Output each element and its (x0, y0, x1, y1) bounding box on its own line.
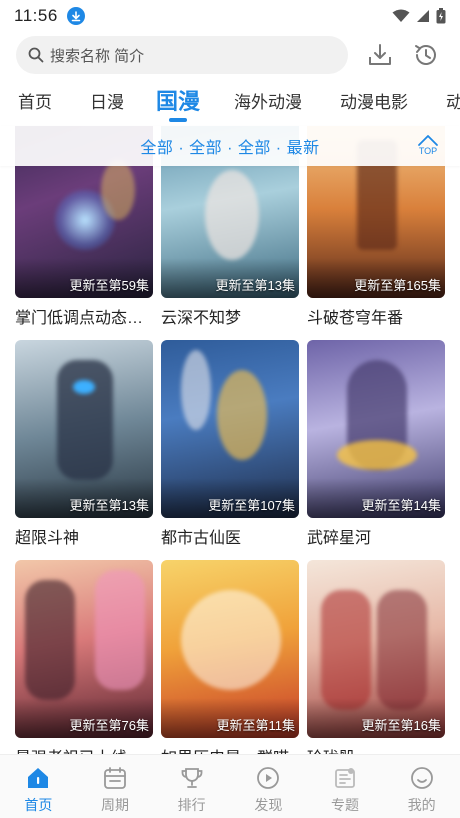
back-to-top-button[interactable]: TOP (416, 133, 440, 161)
search-input[interactable]: 搜索名称 简介 (16, 36, 348, 74)
trophy-icon (179, 765, 205, 791)
nav-label: 排行 (177, 797, 206, 813)
nav-home[interactable]: 首页 (0, 755, 77, 818)
anime-title: 云深不知梦 (161, 310, 242, 327)
search-placeholder: 搜索名称 简介 (50, 47, 145, 65)
status-bar: 11:56 (0, 0, 460, 32)
anime-title: 最强老祖已上线 (15, 744, 153, 754)
tab-japanese-anime[interactable]: 日漫 (90, 88, 124, 113)
filter-bar: 全部 · 全部 · 全部 · 最新 TOP (0, 126, 460, 166)
cover-image: 更新至第14集 (307, 340, 445, 518)
nav-schedule[interactable]: 周期 (77, 755, 154, 818)
cover-image: 更新至第11集 (161, 560, 299, 738)
episode-badge: 更新至第13集 (215, 278, 295, 293)
play-circle-icon (255, 765, 281, 791)
tab-anime-movies[interactable]: 动漫电影 (340, 88, 408, 113)
chevron-up-icon (418, 135, 438, 146)
anime-grid: 更新至第59集 掌门低调点动态漫画 更新至第13集 云深不知梦 更新至第165集… (0, 126, 460, 754)
nav-discover[interactable]: 发现 (230, 755, 307, 818)
episode-badge: 更新至第107集 (208, 498, 295, 513)
battery-icon (436, 8, 446, 24)
cover-image: 更新至第13集 (15, 340, 153, 518)
anime-card[interactable]: 更新至第13集 超限斗神 (15, 340, 153, 548)
nav-label: 发现 (254, 797, 283, 813)
download-notification-icon (66, 7, 85, 25)
nav-label: 我的 (407, 797, 436, 813)
episode-badge: 更新至第59集 (69, 278, 149, 293)
calendar-icon (102, 765, 128, 791)
episode-badge: 更新至第14集 (361, 498, 441, 513)
anime-title: 玲珑骰 (307, 744, 445, 754)
episode-badge: 更新至第165集 (354, 278, 441, 293)
smile-face-icon (409, 765, 435, 791)
category-tabs: 首页 日漫 国漫 海外动漫 动漫电影 动 (0, 80, 460, 124)
history-icon[interactable] (412, 41, 440, 69)
anime-card[interactable]: 更新至第16集 玲珑骰 (307, 560, 445, 754)
cover-image: 更新至第16集 (307, 560, 445, 738)
anime-card[interactable]: 更新至第11集 如果历史是一群喵 (161, 560, 299, 754)
nav-profile[interactable]: 我的 (383, 755, 460, 818)
top-label: TOP (418, 146, 438, 156)
bottom-navigation: 首页 周期 排行 发现 专题 我的 (0, 754, 460, 818)
episode-badge: 更新至第16集 (361, 718, 441, 733)
anime-title: 都市古仙医 (161, 530, 242, 547)
anime-title: 武碎星河 (307, 530, 372, 547)
wifi-icon (392, 9, 410, 22)
download-icon[interactable] (366, 41, 394, 69)
tab-overseas-anime[interactable]: 海外动漫 (234, 88, 302, 113)
nav-label: 专题 (331, 797, 360, 813)
nav-label: 首页 (24, 797, 53, 813)
anime-card[interactable]: 更新至第76集 最强老祖已上线 (15, 560, 153, 754)
cover-image: 更新至第76集 (15, 560, 153, 738)
anime-card[interactable]: 更新至第107集 都市古仙医 (161, 340, 299, 548)
status-time: 11:56 (14, 6, 58, 25)
tab-more[interactable]: 动 (446, 88, 460, 113)
cover-image: 更新至第107集 (161, 340, 299, 518)
search-row: 搜索名称 简介 (0, 32, 460, 78)
topics-icon (332, 765, 358, 791)
anime-title: 超限斗神 (15, 530, 80, 547)
status-icons (392, 8, 446, 24)
home-icon (25, 765, 51, 791)
nav-topics[interactable]: 专题 (307, 755, 384, 818)
tab-home[interactable]: 首页 (18, 88, 52, 113)
cell-signal-icon (417, 10, 429, 22)
nav-label: 周期 (101, 797, 129, 813)
anime-card[interactable]: 更新至第14集 武碎星河 (307, 340, 445, 548)
tab-chinese-anime[interactable]: 国漫 (156, 84, 200, 116)
filter-options[interactable]: 全部 · 全部 · 全部 · 最新 (140, 134, 319, 158)
anime-title: 如果历史是一群喵 (161, 744, 299, 754)
active-tab-indicator (169, 118, 187, 122)
episode-badge: 更新至第11集 (216, 718, 296, 733)
anime-title: 斗破苍穹年番 (307, 310, 404, 327)
search-icon (28, 47, 44, 63)
nav-ranking[interactable]: 排行 (153, 755, 230, 818)
anime-title: 掌门低调点动态漫画 (15, 310, 153, 327)
episode-badge: 更新至第13集 (69, 498, 149, 513)
episode-badge: 更新至第76集 (69, 718, 149, 733)
